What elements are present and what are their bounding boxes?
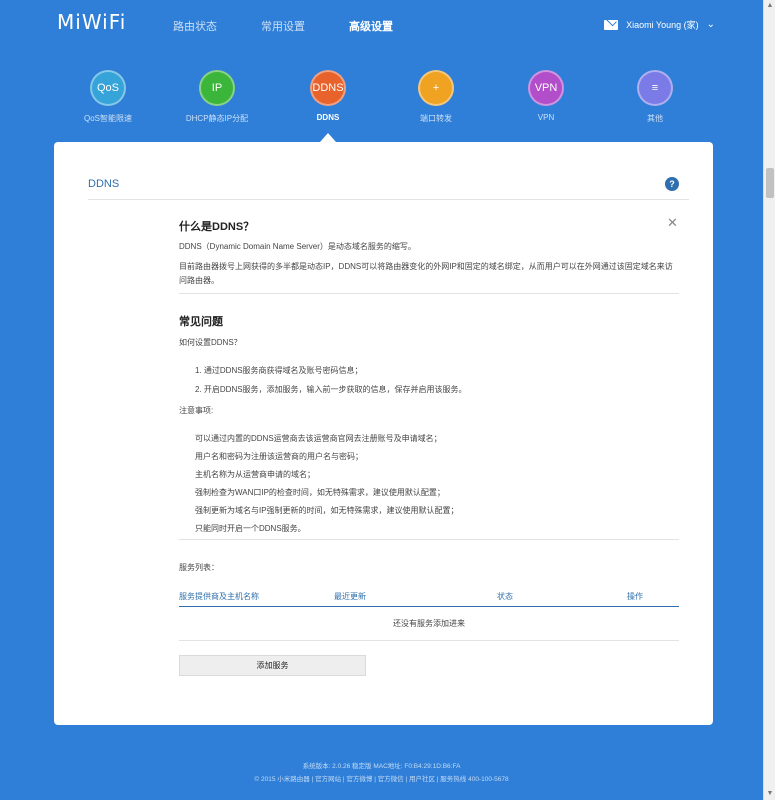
feature-ddns-label: DDNS xyxy=(316,113,340,122)
empty-table-row: 还没有服务添加进来 xyxy=(179,607,679,641)
user-name[interactable]: Xiaomi Young (家) xyxy=(626,18,699,31)
divider xyxy=(88,199,689,200)
nav-common-settings[interactable]: 常用设置 xyxy=(261,18,305,34)
vertical-scrollbar[interactable]: ▲ ▼ xyxy=(763,0,775,800)
feature-dhcp[interactable]: IP DHCP静态IP分配 xyxy=(172,70,262,124)
vpn-icon: VPN xyxy=(528,70,564,106)
qos-icon: QoS xyxy=(90,70,126,106)
help-icon[interactable]: ? xyxy=(665,177,679,191)
feature-dhcp-label: DHCP静态IP分配 xyxy=(185,114,249,123)
what-p2: 目前路由器拨号上网获得的多半都是动态IP，DDNS可以将路由器变化的外网IP和固… xyxy=(179,262,673,285)
note-item: 强制检查为WAN口IP的检查时间，如无特殊需求，建议使用默认配置； xyxy=(195,488,445,497)
nav-advanced-settings[interactable]: 高级设置 xyxy=(349,18,393,34)
what-p1: DDNS（Dynamic Domain Name Server）是动态域名服务的… xyxy=(179,242,416,251)
col-last-update: 最近更新 xyxy=(334,592,366,601)
menu-icon: ≡ xyxy=(637,70,673,106)
scroll-thumb[interactable] xyxy=(766,168,774,198)
mail-icon[interactable] xyxy=(604,19,619,30)
faq-title-wrap: 常见问题 xyxy=(179,313,679,329)
divider xyxy=(179,293,679,294)
faq-question: 如何设置DDNS？ xyxy=(179,338,242,347)
faq-title: 常见问题 xyxy=(179,316,223,328)
page: MiWiFi 路由状态 常用设置 高级设置 Xiaomi Young (家) ⌄… xyxy=(0,0,763,800)
note-item: 只能同时开启一个DDNS服务。 xyxy=(195,524,306,533)
note-item: 可以通过内置的DDNS运营商去该运营商官网去注册账号及申请域名； xyxy=(195,434,442,443)
feature-port-forward[interactable]: + 端口转发 xyxy=(391,70,481,124)
ddns-icon: DDNS xyxy=(310,70,346,106)
faq-step-1: 1. 通过DDNS服务商获得域名及账号密码信息； xyxy=(195,366,363,375)
ip-icon: IP xyxy=(199,70,235,106)
feature-port-forward-label: 端口转发 xyxy=(420,114,452,123)
chevron-down-icon[interactable]: ⌄ xyxy=(707,19,715,30)
user-menu[interactable]: Xiaomi Young (家) ⌄ xyxy=(604,18,715,31)
feature-ddns[interactable]: DDNS DDNS xyxy=(283,70,373,122)
faq-step-2: 2. 开启DDNS服务，添加服务，输入前一步获取的信息，保存并启用该服务。 xyxy=(195,385,467,394)
col-action: 操作 xyxy=(627,592,643,601)
note-item: 主机名称为从运营商申请的域名； xyxy=(195,470,315,479)
col-status: 状态 xyxy=(497,592,513,601)
what-title-text: 什么是DDNS？ xyxy=(179,221,255,233)
feature-qos-label: QoS智能限速 xyxy=(83,114,132,123)
col-provider: 服务提供商及主机名称 xyxy=(179,592,259,601)
miwifi-logo: MiWiFi xyxy=(57,10,127,34)
note-item: 强制更新为域名与IP强制更新的时间，如无特殊需求，建议使用默认配置； xyxy=(195,506,459,515)
notes-title: 注意事项: xyxy=(179,406,214,415)
service-list-title: 服务列表： xyxy=(179,563,219,572)
service-table-header: 服务提供商及主机名称 最近更新 状态 操作 xyxy=(179,589,679,607)
ddns-panel: DDNS ? ✕ 什么是DDNS？ DDNS（Dynamic Domain Na… xyxy=(54,142,713,725)
feature-vpn[interactable]: VPN VPN xyxy=(501,70,591,122)
active-pointer xyxy=(320,133,336,142)
scroll-down-icon[interactable]: ▼ xyxy=(764,788,775,800)
add-service-button[interactable]: 添加服务 xyxy=(179,655,366,676)
feature-bar: QoS QoS智能限速 IP DHCP静态IP分配 DDNS DDNS + 端口… xyxy=(0,70,763,130)
panel-title: DDNS xyxy=(88,178,120,190)
feature-vpn-label: VPN xyxy=(537,113,555,122)
port-forward-icon: + xyxy=(418,70,454,106)
scroll-up-icon[interactable]: ▲ xyxy=(764,0,775,12)
footer-links[interactable]: © 2015 小米路由器 | 官方网站 | 官方微博 | 官方微信 | 用户社区… xyxy=(0,773,763,783)
feature-other-label: 其他 xyxy=(647,114,663,123)
footer-version: 系统版本: 2.0.26 稳定版 MAC地址: F0:B4:29:1D:B6:F… xyxy=(302,763,461,770)
feature-qos[interactable]: QoS QoS智能限速 xyxy=(63,70,153,124)
what-is-ddns-title: 什么是DDNS？ xyxy=(179,218,679,234)
divider xyxy=(179,539,679,540)
top-nav: 路由状态 常用设置 高级设置 xyxy=(173,18,393,34)
note-item: 用户名和密码为注册该运营商的用户名与密码； xyxy=(195,452,363,461)
nav-router-status[interactable]: 路由状态 xyxy=(173,18,217,34)
feature-other[interactable]: ≡ 其他 xyxy=(610,70,700,124)
